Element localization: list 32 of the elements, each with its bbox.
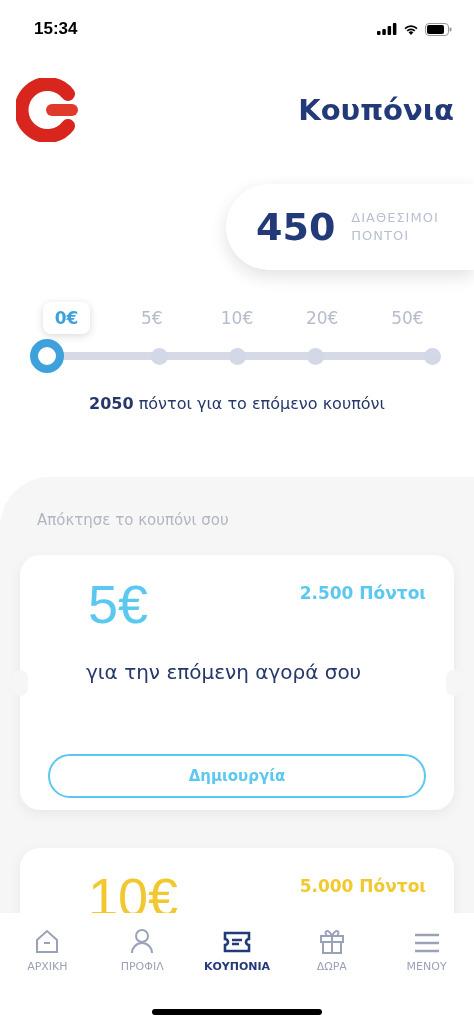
stop-label[interactable]: 10€ — [208, 302, 266, 334]
coupon-points: 2.500 Πόντοι — [299, 583, 426, 603]
tab-item[interactable]: ΠΡΟΦΙΛ — [94, 925, 190, 973]
stop-label[interactable]: 5€ — [129, 302, 175, 334]
page-title: Κουπόνια — [298, 93, 454, 127]
create-button[interactable]: Δημιουργία — [48, 754, 426, 799]
signal-icon — [377, 23, 397, 35]
coupon-amount: 5€ — [88, 575, 149, 635]
battery-icon — [425, 22, 452, 36]
tab-item[interactable]: ΑΡΧΙΚΗ — [0, 925, 95, 973]
points-value: 450 — [256, 205, 336, 249]
slider-stop[interactable] — [424, 347, 441, 365]
person-icon — [129, 928, 156, 954]
slider-thumb[interactable] — [30, 339, 64, 373]
status-time: 15:34 — [34, 19, 78, 39]
tab-item[interactable]: ΜΕΝΟΥ — [379, 925, 474, 973]
menu-icon — [413, 932, 440, 954]
coupon-points: 5.000 Πόντοι — [299, 876, 426, 897]
next-coupon-text: 2050 πόντοι για το επόμενο κουπόνι — [88, 394, 386, 413]
section-title: Απόκτησε το κουπόνι σου — [36, 511, 230, 529]
ticket-icon — [222, 930, 252, 954]
stop-label[interactable]: 50€ — [379, 302, 436, 334]
coupon-description: για την επόμενη αγορά σου — [86, 660, 363, 685]
tab-item[interactable]: ΚΟΥΠΟΝΙΑ — [189, 925, 285, 973]
tab-item[interactable]: ΔΩΡΑ — [284, 925, 380, 973]
wifi-icon — [403, 23, 419, 35]
home-icon — [34, 928, 61, 954]
stop-label[interactable]: 0€ — [42, 302, 91, 334]
points-label: ΠΟΝΤΟΙ — [351, 227, 411, 245]
logo-icon — [16, 78, 80, 142]
points-label: ΔΙΑΘΕΣΙΜΟΙ — [351, 209, 439, 227]
stop-label[interactable]: 20€ — [294, 302, 351, 334]
